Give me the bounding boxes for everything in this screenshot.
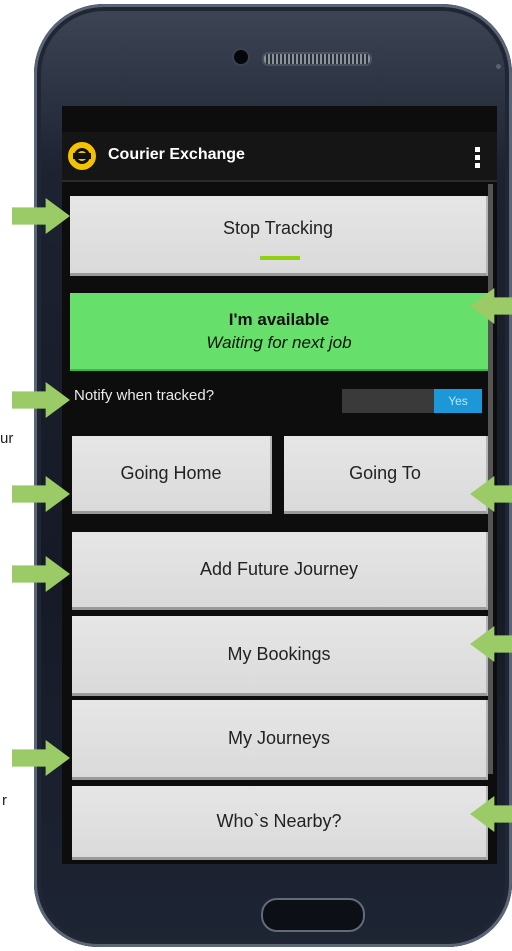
my-journeys-label: My Journeys [227,728,331,748]
my-bookings-button[interactable]: My Bookings [72,616,488,696]
action-bar: Courier Exchange [62,132,497,182]
whos-nearby-label: Who`s Nearby? [216,811,342,831]
home-button[interactable] [261,898,365,932]
add-future-journey-button[interactable]: Add Future Journey [72,532,488,610]
going-home-button[interactable]: Going Home [72,436,272,514]
my-journeys-button[interactable]: My Journeys [72,700,488,780]
status-title: I'm available [228,309,330,329]
overflow-menu-icon[interactable] [466,142,488,172]
margin-caption-fragment: ur [0,430,14,447]
going-to-label: Going To [349,463,421,483]
notify-toggle-on: Yes [434,389,482,413]
status-subtitle: Waiting for next job [206,332,352,352]
tracking-indicator [260,256,300,260]
front-camera-icon [232,48,250,66]
whos-nearby-button[interactable]: Who`s Nearby? [72,786,488,860]
going-home-label: Going Home [120,463,222,483]
margin-caption-fragment: r [2,792,7,809]
going-to-button[interactable]: Going To [284,436,488,514]
earpiece-speaker [262,52,372,66]
notify-toggle[interactable]: Yes [342,389,482,413]
app-title: Courier Exchange [108,146,245,163]
proximity-sensor [496,64,501,69]
add-future-journey-label: Add Future Journey [199,559,359,579]
availability-status-banner[interactable]: I'm available Waiting for next job [70,293,488,371]
stop-tracking-label: Stop Tracking [222,218,334,238]
app-screen: Courier Exchange Stop Tracking I'm avail… [62,106,497,864]
courier-exchange-logo-icon [68,142,96,170]
my-bookings-label: My Bookings [227,644,331,664]
stop-tracking-button[interactable]: Stop Tracking [70,196,488,276]
notify-when-tracked-label: Notify when tracked? [74,387,215,404]
